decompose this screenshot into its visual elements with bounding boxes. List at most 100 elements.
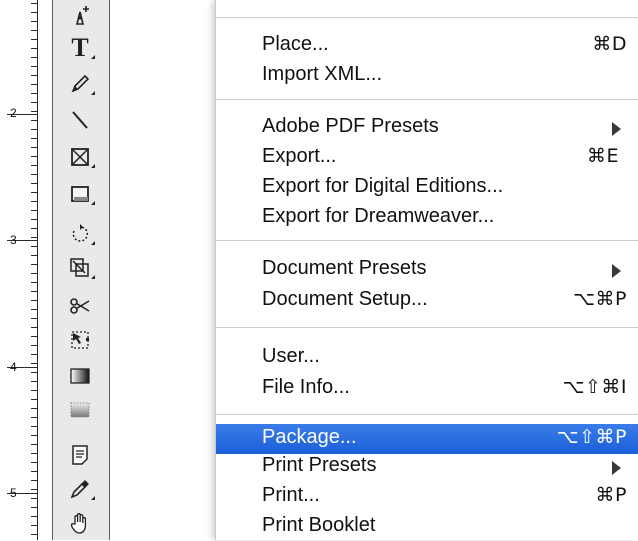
ruler-tick bbox=[31, 498, 37, 499]
menu-item-place[interactable]: Place... ⌘D bbox=[216, 31, 638, 60]
ruler-tick bbox=[31, 372, 37, 373]
pencil-icon bbox=[71, 74, 90, 93]
ruler-tick bbox=[31, 147, 37, 148]
submenu-arrow-icon bbox=[612, 122, 621, 136]
gradient-icon bbox=[70, 368, 90, 384]
free-transform-tool[interactable] bbox=[65, 326, 95, 354]
ruler-tick bbox=[31, 462, 37, 463]
free-transform-icon bbox=[71, 331, 89, 349]
menu-item-label: User... bbox=[262, 345, 320, 367]
menu-item-export[interactable]: Export... ⌘E bbox=[216, 143, 638, 172]
ruler-tick bbox=[31, 489, 37, 490]
ruler-tick bbox=[31, 471, 37, 472]
menu-separator bbox=[216, 327, 638, 328]
menu-item-label: Print Presets bbox=[262, 454, 377, 476]
gradient-feather-tool[interactable] bbox=[65, 396, 95, 424]
ruler-tick bbox=[31, 30, 37, 31]
menu-item-print-presets[interactable]: Print Presets bbox=[216, 452, 638, 481]
ruler-tick bbox=[31, 318, 37, 319]
ruler-tick bbox=[31, 309, 37, 310]
menu-item-print[interactable]: Print... ⌘P bbox=[216, 482, 638, 511]
menu-item-shortcut: ⌥⇧⌘I bbox=[562, 376, 627, 398]
menu-item-export-digital-editions[interactable]: Export for Digital Editions... bbox=[216, 173, 638, 202]
menu-item-label: Import XML... bbox=[262, 63, 383, 85]
ruler-label-2: 2 bbox=[10, 106, 17, 120]
ruler-tick bbox=[31, 354, 37, 355]
line-tool[interactable] bbox=[65, 106, 95, 134]
add-anchor-point-icon bbox=[75, 6, 89, 25]
note-icon bbox=[72, 445, 88, 465]
scale-tool[interactable] bbox=[65, 254, 95, 282]
ruler-tick bbox=[31, 399, 37, 400]
submenu-arrow-icon bbox=[612, 461, 621, 475]
hand-tool[interactable] bbox=[65, 509, 95, 537]
ruler-tick bbox=[31, 228, 37, 229]
ruler-tick bbox=[31, 21, 37, 22]
menu-item-print-booklet[interactable]: Print Booklet bbox=[216, 512, 638, 541]
ruler-tick bbox=[31, 237, 37, 238]
ruler-tick bbox=[31, 282, 37, 283]
ruler-tick bbox=[31, 390, 37, 391]
ruler-tick bbox=[31, 345, 37, 346]
gradient-tool[interactable] bbox=[65, 362, 95, 390]
menu-item-user[interactable]: User... bbox=[216, 343, 638, 372]
menu-item-package[interactable]: Package... ⌥⇧⌘P bbox=[216, 424, 638, 454]
rectangle-tool[interactable] bbox=[65, 180, 95, 208]
ruler-tick bbox=[31, 534, 37, 535]
scissors-tool[interactable] bbox=[65, 292, 95, 320]
ruler-tick bbox=[31, 426, 37, 427]
menu-item-export-dreamweaver[interactable]: Export for Dreamweaver... bbox=[216, 203, 638, 232]
menu-item-shortcut: ⌥⇧⌘P bbox=[556, 426, 627, 448]
ruler-tick bbox=[31, 444, 37, 445]
menu-item-adobe-pdf-presets[interactable]: Adobe PDF Presets bbox=[216, 113, 638, 142]
gradient-feather-icon bbox=[70, 402, 90, 418]
ruler-tick bbox=[31, 210, 37, 211]
ruler-tick bbox=[31, 291, 37, 292]
menu-item-label: Export... bbox=[262, 145, 337, 167]
rectangle-frame-icon bbox=[71, 148, 89, 166]
ruler-tick bbox=[31, 165, 37, 166]
file-menu: Place... ⌘D Import XML... Adobe PDF Pres… bbox=[215, 0, 638, 540]
eyedropper-tool[interactable] bbox=[65, 475, 95, 503]
menu-item-label: Print... bbox=[262, 484, 320, 506]
type-tool[interactable]: T bbox=[65, 33, 95, 62]
ruler-tick bbox=[31, 408, 37, 409]
ruler-tick bbox=[31, 48, 37, 49]
ruler-tick bbox=[31, 12, 37, 13]
ruler-tick bbox=[31, 219, 37, 220]
add-anchor-point-tool[interactable] bbox=[65, 2, 95, 30]
menu-item-document-presets[interactable]: Document Presets bbox=[216, 255, 638, 284]
menu-separator bbox=[216, 414, 638, 415]
menu-item-label: Adobe PDF Presets bbox=[262, 115, 439, 137]
menu-item-label: Export for Digital Editions... bbox=[262, 175, 504, 197]
ruler-tick bbox=[31, 111, 37, 112]
rotate-tool[interactable] bbox=[65, 220, 95, 248]
ruler-tick bbox=[31, 273, 37, 274]
menu-item-label: Export for Dreamweaver... bbox=[262, 205, 495, 227]
menu-separator bbox=[216, 99, 638, 100]
rectangle-frame-tool[interactable] bbox=[65, 143, 95, 171]
menu-item-label: File Info... bbox=[262, 376, 350, 398]
menu-item-document-setup[interactable]: Document Setup... ⌥⌘P bbox=[216, 286, 638, 315]
ruler-tick bbox=[31, 57, 37, 58]
menu-separator bbox=[216, 17, 638, 18]
ruler-tick bbox=[31, 327, 37, 328]
scale-icon bbox=[70, 258, 89, 277]
ruler-tick bbox=[31, 525, 37, 526]
scissors-icon bbox=[70, 298, 90, 314]
hand-icon bbox=[70, 513, 87, 534]
ruler-tick bbox=[31, 75, 37, 76]
ruler-tick bbox=[31, 246, 37, 247]
menu-item-shortcut: ⌘E bbox=[586, 145, 619, 167]
ruler-tick bbox=[31, 3, 37, 4]
line-tool-icon bbox=[72, 111, 88, 129]
menu-item-label: Place... bbox=[262, 33, 329, 55]
ruler-tick bbox=[31, 156, 37, 157]
menu-item-import-xml[interactable]: Import XML... bbox=[216, 61, 638, 90]
menu-item-label: Document Presets bbox=[262, 257, 427, 279]
pencil-tool[interactable] bbox=[65, 70, 95, 98]
menu-item-file-info[interactable]: File Info... ⌥⇧⌘I bbox=[216, 374, 638, 403]
menu-item-shortcut: ⌘D bbox=[592, 33, 627, 55]
rotate-icon bbox=[72, 224, 89, 242]
note-tool[interactable] bbox=[65, 441, 95, 469]
